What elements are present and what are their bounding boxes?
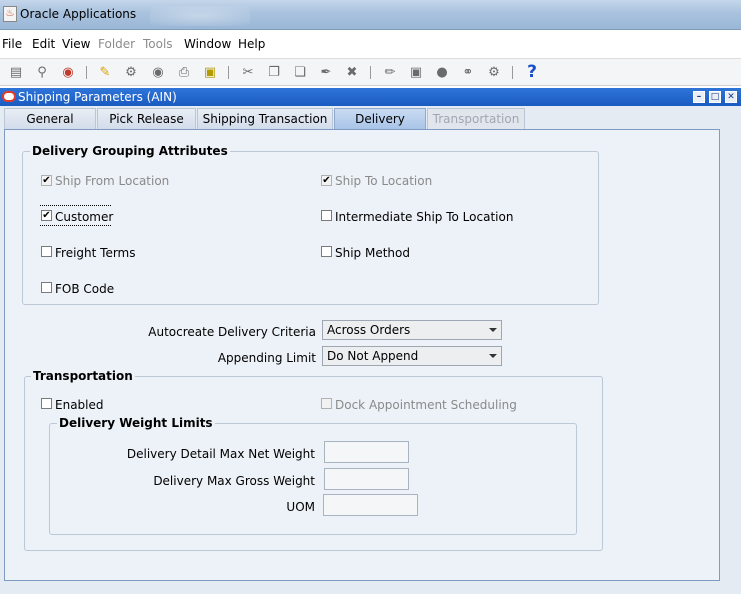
ship-method-label: Ship Method (335, 246, 410, 260)
menu-bar: File Edit View Folder Tools Window Help (0, 35, 741, 55)
menu-folder[interactable]: Folder (98, 37, 135, 51)
next-step-icon[interactable]: ⚙ (122, 64, 140, 81)
ship-method-checkbox[interactable] (321, 246, 332, 257)
minimize-icon[interactable]: – (693, 91, 705, 103)
tab-delivery[interactable]: Delivery (334, 108, 426, 129)
appending-limit-label: Appending Limit (217, 351, 316, 365)
menu-view[interactable]: View (62, 37, 90, 51)
chevron-down-icon (489, 354, 497, 358)
form-titlebar: Shipping Parameters (AIN) – □ ✕ (0, 88, 741, 106)
find-icon[interactable]: ⚲ (33, 64, 51, 81)
autocreate-criteria-value: Across Orders (327, 323, 411, 337)
ship-to-location-checkbox[interactable]: ✔ (321, 175, 332, 186)
uom-label: UOM (286, 500, 315, 514)
transportation-enabled-checkbox[interactable] (41, 398, 52, 409)
cut-icon[interactable]: ✂ (239, 64, 257, 81)
dock-appointment-label: Dock Appointment Scheduling (335, 398, 517, 412)
toolbar-separator (512, 66, 513, 79)
autocreate-criteria-label: Autocreate Delivery Criteria (148, 325, 316, 339)
transportation-enabled-label: Enabled (55, 398, 104, 412)
menu-window[interactable]: Window (184, 37, 231, 51)
appending-limit-select[interactable]: Do Not Append (322, 346, 502, 366)
close-icon[interactable]: ✕ (725, 91, 737, 103)
tab-shipping-transaction[interactable]: Shipping Transaction (197, 108, 333, 129)
detail-max-net-weight-input[interactable] (324, 441, 409, 463)
intermediate-ship-to-label: Intermediate Ship To Location (335, 210, 514, 224)
ship-from-location-label: Ship From Location (55, 174, 170, 188)
edit-field-icon[interactable]: ✏ (381, 64, 399, 81)
attachments-icon[interactable]: ⚭ (459, 64, 477, 81)
close-form-icon[interactable]: ▣ (201, 64, 219, 81)
switch-responsibility-icon[interactable]: ◉ (149, 64, 167, 81)
uom-input[interactable] (323, 494, 418, 516)
menu-edit[interactable]: Edit (32, 37, 55, 51)
app-titlebar: ♨ Oracle Applications (0, 0, 741, 30)
fob-code-label: FOB Code (55, 282, 115, 296)
ship-from-location-checkbox[interactable]: ✔ (41, 175, 52, 186)
menu-tools[interactable]: Tools (143, 37, 173, 51)
copy-icon[interactable]: ❐ (265, 64, 283, 81)
menu-help[interactable]: Help (238, 37, 265, 51)
transportation-title: Transportation (31, 369, 135, 383)
freight-terms-checkbox[interactable] (41, 246, 52, 257)
freight-terms-label: Freight Terms (55, 246, 136, 260)
zoom-icon[interactable]: ▣ (407, 64, 425, 81)
delete-icon[interactable]: ✖ (343, 64, 361, 81)
intermediate-ship-to-checkbox[interactable] (321, 210, 332, 221)
max-gross-weight-label: Delivery Max Gross Weight (153, 474, 315, 488)
clear-record-icon[interactable]: ✒ (317, 64, 335, 81)
appending-limit-value: Do Not Append (327, 349, 419, 363)
maximize-icon[interactable]: □ (709, 91, 721, 103)
tab-general[interactable]: General (4, 108, 96, 129)
toolbar-separator (86, 66, 87, 79)
print-icon[interactable]: ⎙ (175, 64, 193, 81)
new-icon[interactable]: ▤ (7, 64, 25, 81)
save-icon[interactable]: ✎ (96, 64, 114, 81)
autocreate-criteria-select[interactable]: Across Orders (322, 320, 502, 340)
toolbar: ▤ ⚲ ◉ ✎ ⚙ ◉ ⎙ ▣ ✂ ❐ ❏ ✒ ✖ ✏ ▣ ● ⚭ ⚙ ? (0, 58, 741, 86)
translations-icon[interactable]: ● (433, 64, 451, 81)
toolbar-separator (370, 66, 371, 79)
fob-code-checkbox[interactable] (41, 282, 52, 293)
paste-icon[interactable]: ❏ (291, 64, 309, 81)
java-app-icon: ♨ (3, 6, 17, 22)
titlebar-glare (150, 6, 250, 26)
form-title: Shipping Parameters (AIN) (18, 90, 177, 104)
folder-tools-icon[interactable]: ⚙ (485, 64, 503, 81)
customer-label: Customer (55, 210, 114, 224)
customer-checkbox[interactable]: ✔ (41, 210, 52, 221)
weight-limits-title: Delivery Weight Limits (57, 416, 215, 430)
tab-transportation[interactable]: Transportation (427, 108, 525, 129)
navigator-icon[interactable]: ◉ (59, 64, 77, 81)
dock-appointment-checkbox[interactable] (321, 398, 332, 409)
oracle-logo-icon (2, 91, 16, 102)
toolbar-separator (228, 66, 229, 79)
help-icon[interactable]: ? (523, 64, 541, 81)
menu-file[interactable]: File (2, 37, 22, 51)
delivery-grouping-title: Delivery Grouping Attributes (30, 144, 230, 158)
max-gross-weight-input[interactable] (324, 468, 409, 490)
ship-to-location-label: Ship To Location (335, 174, 433, 188)
chevron-down-icon (489, 328, 497, 332)
detail-max-net-weight-label: Delivery Detail Max Net Weight (126, 447, 315, 461)
app-title: Oracle Applications (20, 7, 137, 21)
tab-pick-release[interactable]: Pick Release (97, 108, 196, 129)
